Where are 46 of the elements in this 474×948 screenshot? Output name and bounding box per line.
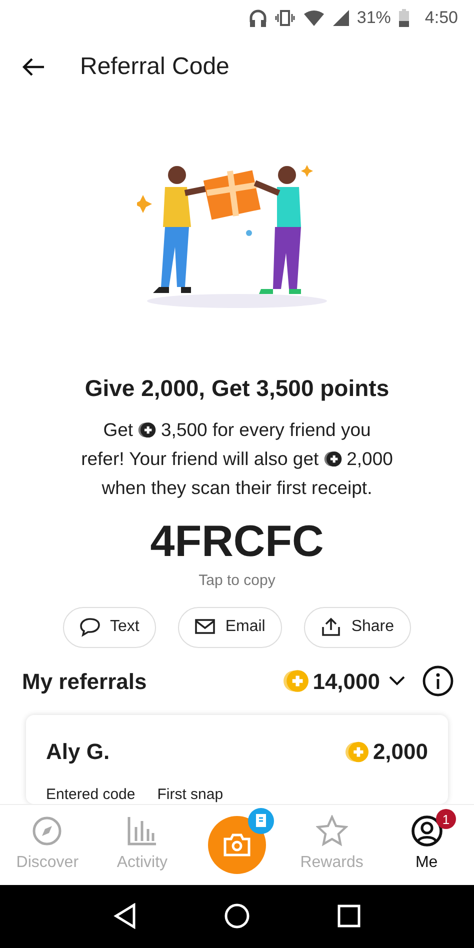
- referral-name: Aly G.: [46, 738, 111, 766]
- chevron-down-icon: [388, 675, 406, 688]
- share-icon: [321, 617, 342, 638]
- back-icon[interactable]: [113, 903, 138, 930]
- chat-bubble-icon: [80, 617, 100, 638]
- vibrate-icon: [274, 8, 295, 27]
- referral-points: 2,000: [372, 738, 428, 766]
- profile-icon: [410, 815, 443, 848]
- overview-icon[interactable]: [336, 904, 361, 928]
- section-title: My referrals: [22, 668, 148, 696]
- referral-code[interactable]: 4FRCFC: [0, 516, 474, 568]
- info-icon: [422, 665, 454, 698]
- compass-icon: [31, 815, 64, 848]
- share-option-button[interactable]: Share: [304, 606, 412, 648]
- page-title: Referral Code: [80, 52, 230, 82]
- signal-icon: [332, 10, 349, 26]
- star-icon: [316, 815, 348, 848]
- coin-icon: [344, 740, 369, 764]
- battery-icon: [398, 8, 409, 27]
- notification-count: 1: [436, 809, 456, 830]
- step-label: First snap: [157, 785, 224, 804]
- info-button[interactable]: [422, 665, 454, 698]
- bar-chart-icon: [126, 815, 158, 848]
- nav-tab[interactable]: Me 1: [379, 805, 474, 885]
- camera-icon: [222, 833, 251, 858]
- description-text: Get: [103, 418, 134, 442]
- share-option-button[interactable]: Text: [62, 606, 156, 648]
- receipt-badge-icon: [248, 808, 274, 834]
- wifi-icon: [302, 10, 325, 26]
- copy-hint: Tap to copy: [198, 571, 276, 592]
- coin-icon: [282, 668, 309, 694]
- description-text: 2,000: [346, 447, 393, 472]
- description-text: when they scan their first receipt.: [102, 476, 372, 500]
- clock-time: 4:50: [424, 7, 458, 30]
- back-arrow-icon: [22, 57, 46, 78]
- step-label: Entered code: [46, 785, 136, 804]
- coin-icon: [324, 450, 342, 468]
- headphones-icon: [248, 8, 267, 28]
- description-text: 3,500 for every friend you: [161, 418, 371, 442]
- points-total: 14,000: [312, 668, 380, 696]
- headline: Give 2,000, Get 3,500 points: [84, 374, 390, 403]
- description-text: refer! Your friend will also get: [81, 447, 319, 472]
- coin-icon: [138, 420, 156, 439]
- battery-level: 31%: [356, 7, 391, 30]
- home-icon[interactable]: [224, 903, 250, 930]
- share-option-button[interactable]: Email: [178, 606, 282, 648]
